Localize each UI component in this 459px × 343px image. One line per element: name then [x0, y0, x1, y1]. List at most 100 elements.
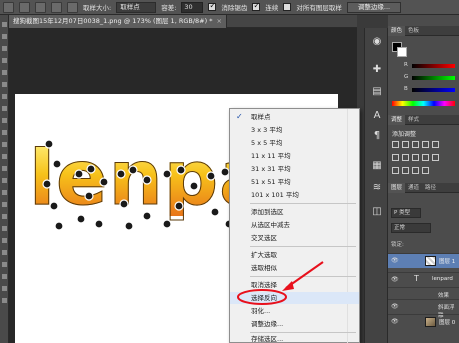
threshold-icon[interactable] [412, 167, 419, 174]
tool-icon[interactable] [2, 154, 7, 159]
tool-icon[interactable] [2, 58, 7, 63]
tool-icon[interactable] [2, 226, 7, 231]
vibrance-icon[interactable] [432, 141, 439, 148]
tab-color[interactable]: 颜色 [388, 26, 406, 36]
bw-icon[interactable] [412, 154, 419, 161]
menu-item-11x11-average[interactable]: 11 x 11 平均 [230, 150, 359, 162]
color-panel-icon[interactable]: ◉ [369, 34, 385, 50]
sample-all-checkbox[interactable] [283, 3, 292, 11]
tool-icon[interactable] [2, 82, 7, 87]
close-tab-icon[interactable]: × [216, 17, 221, 25]
invert-icon[interactable] [392, 167, 399, 174]
magic-wand-tool-icon[interactable] [3, 1, 14, 13]
brightness-icon[interactable] [392, 141, 399, 148]
menu-item-select-inverse[interactable]: 选择反向 [230, 292, 359, 304]
tool-icon[interactable] [2, 106, 7, 111]
tolerance-input[interactable]: 30 [181, 1, 204, 13]
tool-icon[interactable] [2, 94, 7, 99]
exposure-icon[interactable] [422, 141, 429, 148]
tool-icon[interactable] [2, 250, 7, 255]
layer-row[interactable]: 👁 图层 0 [388, 314, 459, 329]
paragraph-icon[interactable]: ¶ [369, 128, 385, 144]
tab-swatches[interactable]: 色板 [405, 26, 422, 36]
levels-icon[interactable] [402, 141, 409, 148]
layer-effect-row[interactable]: 👁 斜面浮雕 [388, 299, 459, 319]
menu-item-subtract-from-selection[interactable]: 从选区中减去 [230, 219, 359, 231]
tab-paths[interactable]: 路径 [422, 183, 439, 193]
eye-icon[interactable]: 👁 [391, 257, 399, 264]
menu-item-save-selection[interactable]: 存储选区... [230, 333, 359, 343]
swatch-grid-icon[interactable]: ▦ [369, 158, 385, 174]
menu-item-intersect-selection[interactable]: 交叉选区 [230, 232, 359, 244]
layer-row[interactable]: 👁 T lenpard [388, 272, 459, 287]
character-icon[interactable]: A [369, 108, 385, 124]
tab-channels[interactable]: 通道 [405, 183, 422, 193]
navigator-icon[interactable]: ✚ [369, 62, 385, 78]
lock-label: 锁定: [391, 242, 404, 248]
gradient-map-icon[interactable] [422, 167, 429, 174]
background-color-swatch[interactable] [397, 47, 407, 57]
mixer-icon[interactable] [432, 154, 439, 161]
menu-item-51x51-average[interactable]: 51 x 51 平均 [230, 176, 359, 188]
layer-row[interactable]: 👁 图层 1 [388, 253, 459, 268]
tool-icon[interactable] [2, 238, 7, 243]
sample-size-select[interactable]: 取样点 [116, 1, 157, 13]
menu-item-similar[interactable]: 选取相似 [230, 262, 359, 274]
tool-icon[interactable] [2, 118, 7, 123]
tab-adjustments[interactable]: 调整 [388, 115, 406, 125]
menu-item-101x101-average[interactable]: 101 x 101 平均 [230, 189, 359, 201]
document-tab[interactable]: 搜狗截图15年12月07日0038_1.png @ 173% (图层 1, RG… [9, 15, 227, 28]
eye-icon[interactable]: 👁 [391, 318, 399, 325]
tool-icon[interactable] [2, 274, 7, 279]
subtract-selection-icon[interactable] [51, 1, 62, 13]
tool-icon[interactable] [2, 22, 7, 27]
tool-icon[interactable] [2, 166, 7, 171]
photo-filter-icon[interactable] [422, 154, 429, 161]
g-slider[interactable] [412, 76, 455, 80]
add-selection-icon[interactable] [35, 1, 46, 13]
tool-icon[interactable] [2, 202, 7, 207]
balance-icon[interactable] [402, 154, 409, 161]
new-selection-icon[interactable] [19, 1, 30, 13]
eye-icon[interactable]: 👁 [391, 276, 399, 283]
tab-layers[interactable]: 图层 [388, 183, 406, 193]
menu-item-deselect[interactable]: 取消选择 [230, 279, 359, 291]
curves-icon[interactable] [412, 141, 419, 148]
menu-item-refine-edge[interactable]: 调整边缘... [230, 318, 359, 330]
posterize-icon[interactable] [402, 167, 409, 174]
layer-comps-icon[interactable]: ◫ [369, 204, 385, 220]
contiguous-checkbox[interactable] [252, 1, 261, 11]
hue-icon[interactable] [392, 154, 399, 161]
history-icon[interactable]: ▤ [369, 84, 385, 100]
tool-icon[interactable] [2, 298, 7, 303]
brush-icon[interactable]: ≋ [369, 180, 385, 196]
b-slider[interactable] [412, 88, 455, 92]
menu-item-5x5-average[interactable]: 5 x 5 平均 [230, 137, 359, 149]
color-spectrum[interactable] [392, 101, 455, 106]
layer-kind-filter[interactable]: P 类型 [391, 208, 421, 218]
tool-icon[interactable] [2, 34, 7, 39]
tool-icon[interactable] [2, 214, 7, 219]
menu-item-31x31-average[interactable]: 31 x 31 平均 [230, 163, 359, 175]
tool-icon[interactable] [2, 262, 7, 267]
menu-item-point-sample[interactable]: ✓ 取样点 [230, 111, 359, 123]
tool-icon[interactable] [2, 46, 7, 51]
tool-icon[interactable] [2, 190, 7, 195]
blend-mode-select[interactable]: 正常 [391, 223, 431, 233]
tool-icon[interactable] [2, 142, 7, 147]
antialias-checkbox[interactable] [208, 1, 217, 11]
tool-icon[interactable] [2, 70, 7, 75]
menu-item-add-to-selection[interactable]: 添加到选区 [230, 206, 359, 218]
intersect-selection-icon[interactable] [67, 1, 78, 13]
tab-styles[interactable]: 样式 [405, 115, 422, 125]
tool-icon[interactable] [2, 286, 7, 291]
r-slider[interactable] [412, 64, 455, 68]
menu-item-feather[interactable]: 羽化... [230, 305, 359, 317]
menu-item-grow[interactable]: 扩大选取 [230, 249, 359, 261]
tool-icon[interactable] [2, 178, 7, 183]
menu-item-3x3-average[interactable]: 3 x 3 平均 [230, 124, 359, 136]
refine-edge-button[interactable]: 调整边缘... [346, 1, 402, 13]
menu-item-label: 羽化... [251, 307, 271, 315]
eye-icon[interactable]: 👁 [391, 303, 399, 310]
tool-icon[interactable] [2, 130, 7, 135]
